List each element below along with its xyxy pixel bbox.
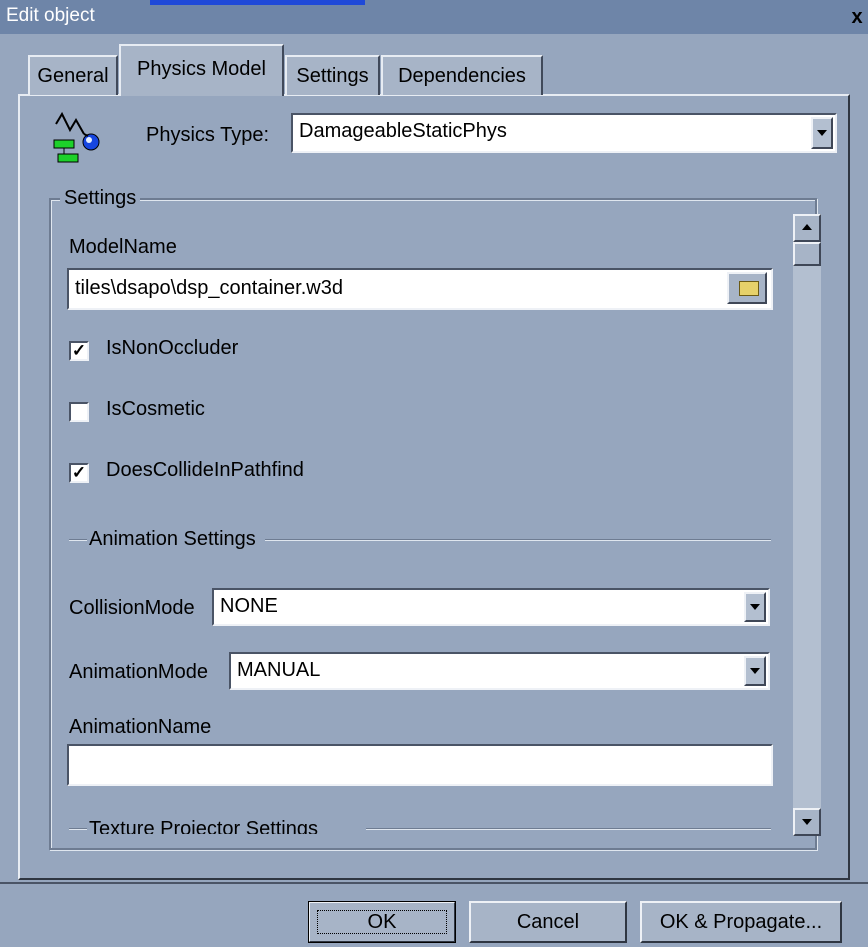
animation-mode-value: MANUAL	[237, 659, 321, 681]
model-name-field[interactable]: tiles\dsapo\dsp_container.w3d	[67, 268, 773, 310]
separator-line	[366, 828, 771, 830]
animation-settings-heading: Animation Settings	[89, 528, 256, 550]
chevron-down-icon[interactable]	[811, 117, 833, 149]
does-collide-in-pathfind-label: DoesCollideInPathfind	[106, 459, 304, 481]
tab-general[interactable]: General	[28, 55, 118, 95]
collision-mode-select[interactable]: NONE	[212, 588, 770, 626]
physics-object-icon	[48, 110, 110, 172]
model-name-value: tiles\dsapo\dsp_container.w3d	[75, 277, 343, 299]
settings-scrollbar[interactable]	[793, 214, 821, 836]
animation-mode-label: AnimationMode	[69, 661, 208, 683]
scroll-up-icon[interactable]	[793, 214, 821, 242]
is-non-occluder-label: IsNonOccluder	[106, 337, 239, 359]
tab-settings[interactable]: Settings	[285, 55, 380, 95]
ok-button-label: OK	[316, 910, 448, 934]
browse-button[interactable]	[727, 272, 767, 304]
cancel-button[interactable]: Cancel	[469, 901, 627, 943]
scroll-down-icon[interactable]	[793, 808, 821, 836]
scroll-thumb[interactable]	[793, 242, 821, 266]
separator-line	[265, 539, 771, 541]
model-name-label: ModelName	[69, 236, 177, 258]
texture-projector-clip: Texture Projector Settings	[66, 814, 786, 834]
close-icon[interactable]: x	[846, 4, 868, 30]
separator-line	[69, 828, 87, 830]
chevron-down-icon[interactable]	[744, 656, 766, 686]
physics-type-select[interactable]: DamageableStaticPhys	[291, 113, 837, 153]
window-title: Edit object	[6, 5, 95, 26]
texture-projector-heading: Texture Projector Settings	[89, 818, 318, 834]
ok-button[interactable]: OK	[308, 901, 456, 943]
folder-icon	[739, 281, 759, 296]
bottom-separator	[0, 882, 868, 884]
physics-type-value: DamageableStaticPhys	[299, 120, 507, 142]
ok-propagate-button[interactable]: OK & Propagate...	[640, 901, 842, 943]
tab-physics-model[interactable]: Physics Model	[119, 44, 284, 96]
is-cosmetic-label: IsCosmetic	[106, 398, 205, 420]
animation-mode-select[interactable]: MANUAL	[229, 652, 770, 690]
collision-mode-value: NONE	[220, 595, 278, 617]
is-non-occluder-checkbox[interactable]: ✓	[69, 341, 89, 361]
settings-group-legend: Settings	[60, 187, 141, 210]
animation-name-field[interactable]	[67, 744, 773, 786]
tab-dependencies[interactable]: Dependencies	[381, 55, 543, 95]
chevron-down-icon[interactable]	[744, 592, 766, 622]
separator-line	[69, 539, 87, 541]
physics-type-label: Physics Type:	[146, 124, 270, 146]
collision-mode-label: CollisionMode	[69, 597, 195, 619]
is-cosmetic-checkbox[interactable]	[69, 402, 89, 422]
title-bar	[0, 0, 868, 34]
does-collide-in-pathfind-checkbox[interactable]: ✓	[69, 463, 89, 483]
animation-name-label: AnimationName	[69, 716, 212, 738]
title-accent	[150, 0, 365, 5]
